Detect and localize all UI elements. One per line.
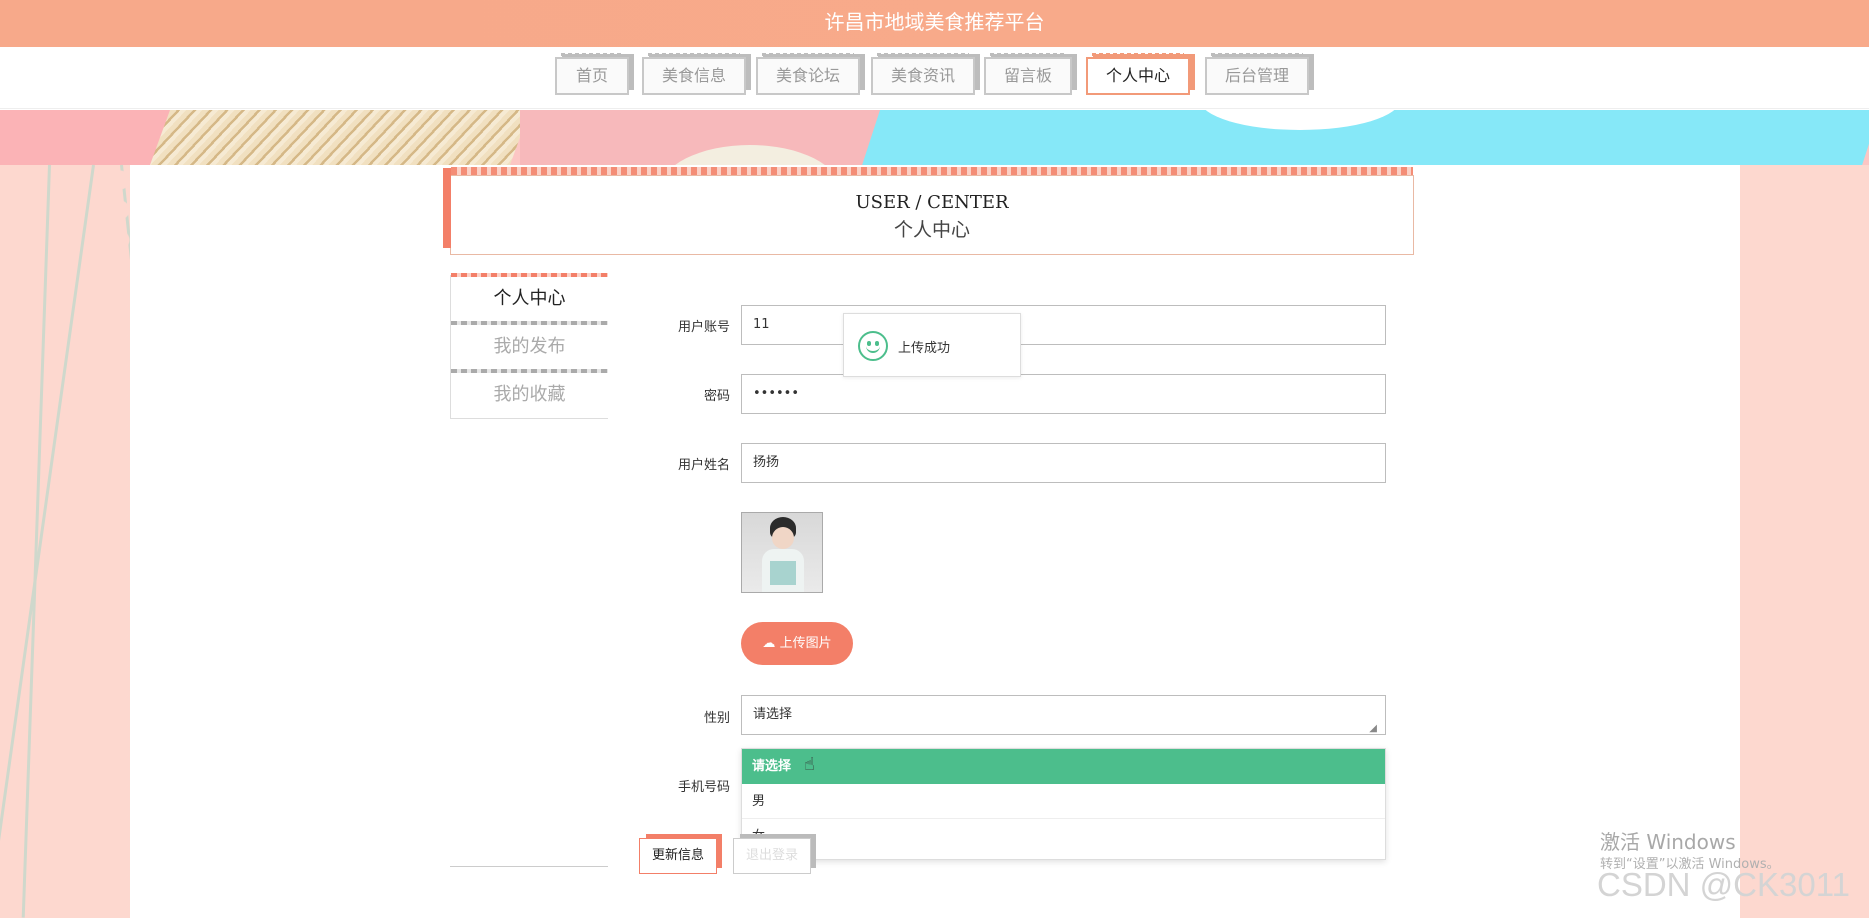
phone-label: 手机号码 [677,780,730,795]
sidebar-item-user-center[interactable]: 个人中心 [450,273,608,323]
gender-label: 性别 [703,711,730,726]
toast-message: 上传成功 [898,341,951,356]
password-input[interactable]: •••••• [741,374,1386,414]
page-header: USER / CENTER 个人中心 [443,167,1414,255]
name-label: 用户姓名 [677,458,730,473]
page-title-cn: 个人中心 [893,219,970,241]
divider [450,866,608,867]
windows-watermark-title: 激活 Windows [1600,830,1736,854]
nav-home[interactable]: 首页 [555,53,629,95]
logout-button[interactable]: 退出登录 [733,838,811,874]
nav-admin[interactable]: 后台管理 [1205,53,1309,95]
cloud-upload-icon: ☁ [762,636,776,651]
nav-food-info[interactable]: 美食信息 [642,53,746,95]
site-title: 许昌市地域美食推荐平台 [824,10,1045,34]
nav-food-news[interactable]: 美食资讯 [871,53,975,95]
top-bar: 许昌市地域美食推荐平台 [0,0,1869,47]
name-input[interactable]: 扬扬 [741,443,1386,483]
account-label: 用户账号 [677,320,730,335]
upload-image-button[interactable]: ☁ 上传图片 [741,622,853,665]
nav-food-forum[interactable]: 美食论坛 [756,53,860,95]
password-label: 密码 [703,389,730,404]
update-info-button[interactable]: 更新信息 [639,838,717,874]
upload-button-label: 上传图片 [779,636,832,651]
dropdown-arrow-icon: ◢ [1369,723,1377,734]
banner-image [0,110,1869,165]
success-toast: 上传成功 [843,313,1021,377]
avatar-image [741,512,823,593]
gender-dropdown: 请选择 男 女 [741,748,1386,860]
left-decoration [0,164,202,918]
sidebar-item-my-favorites[interactable]: 我的收藏 [450,369,608,419]
nav-message-board[interactable]: 留言板 [984,53,1072,95]
user-sidebar: 个人中心 我的发布 我的收藏 [450,273,608,419]
gender-option[interactable]: 女 [742,819,1385,854]
account-input[interactable]: 11 [741,305,1386,345]
csdn-watermark: CSDN @CK3011 [1597,866,1850,903]
gender-select[interactable]: 请选择 ◢ [741,695,1386,735]
sidebar-item-my-posts[interactable]: 我的发布 [450,321,608,371]
gender-option[interactable]: 男 [742,784,1385,819]
page-title-en: USER / CENTER [855,192,1009,213]
hand-cursor-icon: ☝ [804,754,815,775]
right-decoration [1730,165,1869,918]
nav-user-center[interactable]: 个人中心 [1086,53,1190,95]
gender-option[interactable]: 请选择 [742,749,1385,784]
gender-select-value: 请选择 [753,707,793,722]
main-nav: 首页 美食信息 美食论坛 美食资讯 留言板 个人中心 后台管理 [0,47,1869,109]
smile-icon [858,331,888,361]
